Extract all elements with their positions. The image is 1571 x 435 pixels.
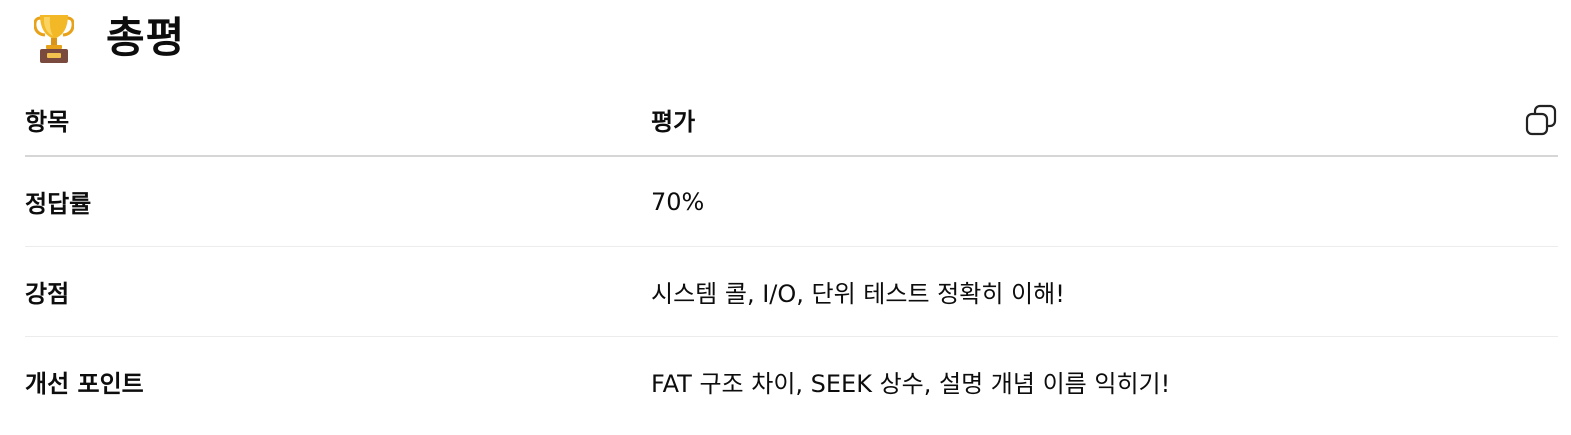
row-item-label: 개선 포인트 xyxy=(25,370,144,398)
row-item-label: 정답률 xyxy=(25,156,651,247)
table-header-row: 항목 평가 xyxy=(25,83,1558,157)
section-heading: 총평 xyxy=(34,8,185,68)
summary-table: 항목 평가 정답률 70% 강점 시스템 콜, I/O, 단위 테스트 정확히 … xyxy=(25,83,1558,426)
row-evaluation: 70% xyxy=(651,156,1558,247)
column-header-evaluation: 평가 xyxy=(651,83,1558,157)
table-row: 강점 시스템 콜, I/O, 단위 테스트 정확히 이해! xyxy=(25,246,1558,337)
section-title: 총평 xyxy=(106,13,186,62)
copy-table-button[interactable] xyxy=(1524,103,1558,137)
column-header-item: 항목 xyxy=(25,83,651,157)
row-evaluation: FAT 구조 차이, SEEK 상수, 설명 개념 이름 익히기! xyxy=(651,370,1171,398)
table-row: 정답률 70% xyxy=(25,156,1558,247)
row-evaluation: 시스템 콜, I/O, 단위 테스트 정확히 이해! xyxy=(651,246,1558,337)
summary-table-container: 항목 평가 정답률 70% 강점 시스템 콜, I/O, 단위 테스트 정확히 … xyxy=(25,83,1558,426)
table-row: 개선 포인트 FAT 구조 차이, SEEK 상수, 설명 개념 이름 익히기! xyxy=(25,337,1558,427)
copy-icon xyxy=(1525,104,1557,136)
row-item-label: 강점 xyxy=(25,246,651,337)
trophy-icon xyxy=(34,15,74,63)
